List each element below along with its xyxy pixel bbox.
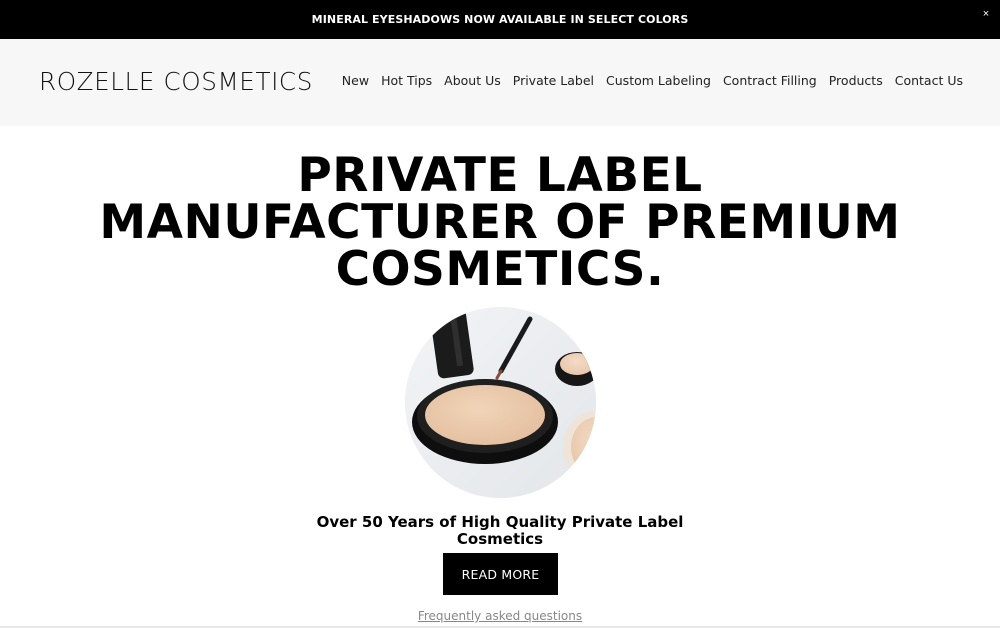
close-icon[interactable]: × <box>980 8 992 20</box>
hero-subtitle: Over 50 Years of High Quality Private La… <box>0 514 1000 548</box>
main-nav: New Hot Tips About Us Private Label Cust… <box>342 73 963 88</box>
announcement-bar: MINERAL EYESHADOWS NOW AVAILABLE IN SELE… <box>0 0 1000 39</box>
nav-item-products[interactable]: Products <box>829 73 883 88</box>
nav-item-custom-labeling[interactable]: Custom Labeling <box>606 73 711 88</box>
faq-link[interactable]: Frequently asked questions <box>418 609 582 623</box>
hero-title-line: COSMETICS. <box>335 242 665 297</box>
nav-item-new[interactable]: New <box>342 73 369 88</box>
hero-subtitle-line: Cosmetics <box>456 530 544 548</box>
hero-title-line: PRIVATE LABEL <box>297 148 703 203</box>
announcement-text: MINERAL EYESHADOWS NOW AVAILABLE IN SELE… <box>311 13 689 26</box>
faq-link-wrap: Frequently asked questions <box>0 609 1000 623</box>
nav-item-contact-us[interactable]: Contact Us <box>895 73 963 88</box>
site-logo[interactable]: ROZELLE COSMETICS <box>39 67 313 96</box>
read-more-button[interactable]: READ MORE <box>443 553 558 595</box>
nav-item-contract-filling[interactable]: Contract Filling <box>723 73 817 88</box>
nav-item-private-label[interactable]: Private Label <box>513 73 594 88</box>
hero-title-line: MANUFACTURER OF PREMIUM <box>99 195 901 250</box>
hero-title: PRIVATE LABEL MANUFACTURER OF PREMIUM CO… <box>0 152 1000 293</box>
hero-subtitle-line: Over 50 Years of High Quality Private La… <box>316 513 684 531</box>
compact-powder-image <box>405 307 596 498</box>
site-header: ROZELLE COSMETICS New Hot Tips About Us … <box>0 39 1000 126</box>
nav-item-hot-tips[interactable]: Hot Tips <box>381 73 432 88</box>
nav-item-about-us[interactable]: About Us <box>444 73 501 88</box>
